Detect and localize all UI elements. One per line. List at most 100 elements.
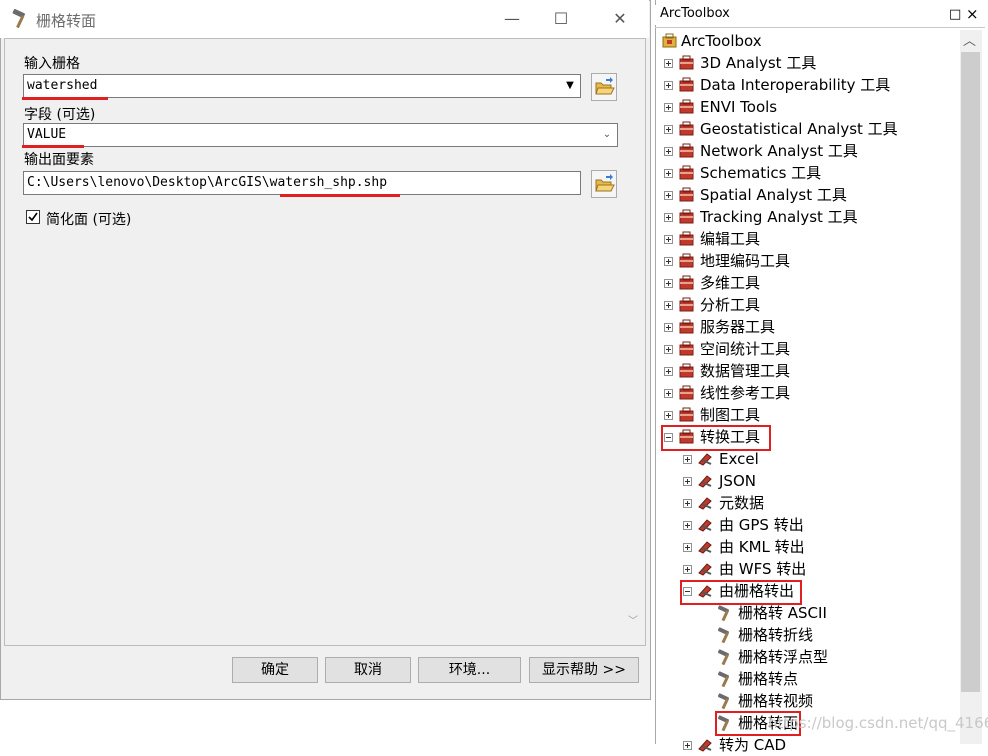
toolbox-item[interactable]: 编辑工具 <box>700 228 760 250</box>
float-button[interactable]: □ <box>949 7 961 22</box>
highlight-underline <box>280 194 400 197</box>
expand-icon[interactable] <box>664 367 673 376</box>
expand-icon[interactable] <box>683 477 692 486</box>
expand-icon[interactable] <box>664 279 673 288</box>
toolset-icon <box>698 453 712 466</box>
expand-icon[interactable] <box>664 411 673 420</box>
toolbox-item[interactable]: 分析工具 <box>700 294 760 316</box>
expand-icon[interactable] <box>683 455 692 464</box>
hammer-icon <box>717 671 729 687</box>
toolset-icon <box>698 475 712 488</box>
toolbox-item[interactable]: ENVI Tools <box>700 96 777 118</box>
expand-icon[interactable] <box>664 301 673 310</box>
toolbox-icon <box>679 297 694 312</box>
watermark-text: https://blog.csdn.net/qq_41664159 <box>768 714 988 732</box>
expand-icon[interactable] <box>664 103 673 112</box>
maximize-button[interactable]: ☐ <box>537 0 585 38</box>
toolbox-icon <box>679 121 694 136</box>
folder-open-icon <box>595 77 615 95</box>
expand-icon[interactable] <box>664 323 673 332</box>
expand-icon[interactable] <box>683 499 692 508</box>
hammer-icon <box>717 627 729 643</box>
highlight-box <box>680 580 802 605</box>
close-button[interactable]: ✕ <box>596 0 644 38</box>
expand-icon[interactable] <box>664 59 673 68</box>
toolbox-scroll-thumb[interactable] <box>961 52 980 692</box>
cancel-button[interactable]: 取消 <box>325 657 411 683</box>
toolbox-item[interactable]: 服务器工具 <box>700 316 775 338</box>
toolset-item[interactable]: Excel <box>719 448 759 470</box>
output-label: 输出面要素 <box>24 152 94 168</box>
toolset-item[interactable]: 元数据 <box>719 492 764 514</box>
tree-root-arctoolbox[interactable]: ArcToolbox <box>681 30 762 52</box>
toolset-item[interactable]: 由 WFS 转出 <box>719 558 806 580</box>
field-chevron-down-icon[interactable]: ⌄ <box>598 124 616 146</box>
toolbox-item[interactable]: 地理编码工具 <box>700 250 790 272</box>
toolbox-item[interactable]: Data Interoperability 工具 <box>700 74 890 96</box>
folder-open-icon <box>595 174 615 192</box>
expand-icon[interactable] <box>683 741 692 750</box>
toolbox-item[interactable]: Tracking Analyst 工具 <box>700 206 858 228</box>
expand-icon[interactable] <box>664 345 673 354</box>
toolbox-item[interactable]: 线性参考工具 <box>700 382 790 404</box>
toolbox-item[interactable]: Geostatistical Analyst 工具 <box>700 118 898 140</box>
toolbox-item[interactable]: 多维工具 <box>700 272 760 294</box>
expand-icon[interactable] <box>664 389 673 398</box>
toolbox-item[interactable]: 制图工具 <box>700 404 760 426</box>
toolbox-icon <box>679 187 694 202</box>
toolbox-item[interactable]: Schematics 工具 <box>700 162 821 184</box>
toolbox-icon <box>679 55 694 70</box>
input-raster-dropdown-icon[interactable]: ▼ <box>561 75 579 97</box>
expand-icon[interactable] <box>683 543 692 552</box>
toolbox-item[interactable]: 3D Analyst 工具 <box>700 52 816 74</box>
simplify-checkbox[interactable] <box>26 210 40 224</box>
output-browse-button[interactable] <box>591 170 617 198</box>
toolset-item[interactable]: 由 KML 转出 <box>719 536 805 558</box>
tool-item[interactable]: 栅格转 ASCII <box>738 602 827 624</box>
toolset-item[interactable]: 转为 CAD <box>719 734 786 756</box>
toolbox-item[interactable]: Network Analyst 工具 <box>700 140 858 162</box>
pane-close-button[interactable]: × <box>966 5 979 23</box>
toolset-item[interactable]: 由 GPS 转出 <box>719 514 804 536</box>
header-divider <box>655 27 985 28</box>
expand-icon[interactable] <box>683 521 692 530</box>
tool-item[interactable]: 栅格转点 <box>738 668 798 690</box>
minimize-button[interactable]: — <box>488 0 536 38</box>
tool-item[interactable]: 栅格转浮点型 <box>738 646 828 668</box>
expand-icon[interactable] <box>664 213 673 222</box>
hammer-icon <box>717 605 729 621</box>
expand-icon[interactable] <box>664 257 673 266</box>
toolbox-item[interactable]: Spatial Analyst 工具 <box>700 184 847 206</box>
expand-icon[interactable] <box>664 125 673 134</box>
simplify-label: 简化面 (可选) <box>46 212 132 228</box>
toolbox-icon <box>679 231 694 246</box>
show-help-button[interactable]: 显示帮助 >> <box>529 657 639 683</box>
toolbox-icon <box>679 363 694 378</box>
toolbox-icon <box>679 407 694 422</box>
output-path-input[interactable]: C:\Users\lenovo\Desktop\ArcGIS\watersh_s… <box>23 171 581 195</box>
input-raster-label: 输入栅格 <box>24 56 80 72</box>
tool-item[interactable]: 栅格转折线 <box>738 624 813 646</box>
hammer-icon <box>717 693 729 709</box>
ok-button[interactable]: 确定 <box>232 657 318 683</box>
expand-icon[interactable] <box>683 565 692 574</box>
toolset-icon <box>698 519 712 532</box>
highlight-underline <box>22 97 108 100</box>
toolbox-item[interactable]: 空间统计工具 <box>700 338 790 360</box>
toolset-item[interactable]: JSON <box>719 470 756 492</box>
expand-icon[interactable] <box>664 81 673 90</box>
expand-icon[interactable] <box>664 235 673 244</box>
expand-icon[interactable] <box>664 191 673 200</box>
tool-item[interactable]: 栅格转视频 <box>738 690 813 712</box>
expand-icon[interactable] <box>664 147 673 156</box>
environments-button[interactable]: 环境... <box>418 657 521 683</box>
expand-icon[interactable] <box>664 169 673 178</box>
toolset-icon <box>698 541 712 554</box>
toolbox-item[interactable]: 数据管理工具 <box>700 360 790 382</box>
input-raster-browse-button[interactable] <box>591 73 617 101</box>
scroll-up-icon[interactable]: ︿ <box>963 30 976 49</box>
highlight-underline <box>22 145 84 148</box>
input-raster-combobox[interactable]: watershed <box>23 74 581 98</box>
panel-scroll-down-icon[interactable]: ﹀ <box>628 612 638 627</box>
field-combobox[interactable]: VALUE <box>23 123 618 147</box>
